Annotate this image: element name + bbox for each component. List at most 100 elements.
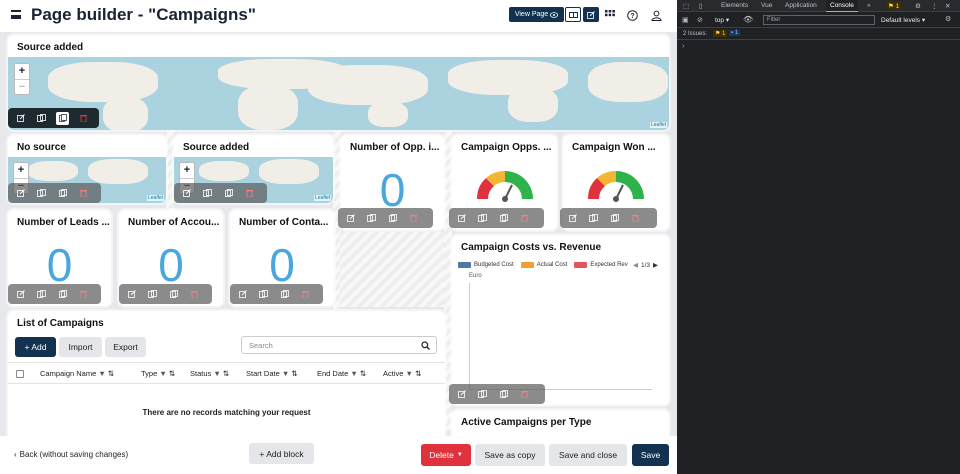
add-button[interactable]: + Add [15,337,56,357]
log-levels-dropdown[interactable]: Default levels ▾ [881,16,925,24]
map-attribution[interactable]: Leaflet [313,195,331,201]
resize-icon[interactable] [587,212,600,225]
resize-icon[interactable] [257,288,270,301]
copy-icon[interactable] [497,388,510,401]
save-and-close-button[interactable]: Save and close [549,444,627,466]
sort-icon[interactable]: ⇅ [169,369,175,378]
resize-icon[interactable] [365,212,378,225]
context-selector[interactable]: top ▾ [715,16,729,24]
trash-icon[interactable] [77,112,90,125]
edit-icon[interactable] [14,112,27,125]
resize-icon[interactable] [35,112,48,125]
world-map[interactable]: + − Leaflet [8,57,669,130]
resize-icon[interactable] [476,212,489,225]
trash-icon[interactable] [299,288,312,301]
search-input[interactable]: Search [241,336,437,354]
sort-icon[interactable]: ⇅ [108,369,114,378]
zoom-in-button[interactable]: + [180,163,194,178]
trash-icon[interactable] [188,288,201,301]
edit-icon[interactable] [14,288,27,301]
edit-icon[interactable] [125,288,138,301]
issues-warning-badge[interactable]: ⚑ 1 [713,30,728,37]
trash-icon[interactable] [629,212,642,225]
export-button[interactable]: Export [105,337,146,357]
filter-icon[interactable]: ▼ [282,369,289,378]
map-attribution[interactable]: Leaflet [649,122,667,128]
edit-icon[interactable] [455,212,468,225]
column-header-end-date[interactable]: End Date ▼ ⇅ [317,369,366,378]
filter-icon[interactable]: ▼ [98,369,105,378]
column-header-status[interactable]: Status ▼ ⇅ [190,369,229,378]
select-all-checkbox[interactable] [16,370,24,378]
column-header-campaign-name[interactable]: Campaign Name ▼ ⇅ [40,369,114,378]
widget-costs-revenue-chart[interactable]: Campaign Costs vs. Revenue Budgeted Cost… [452,235,669,405]
column-header-type[interactable]: Type ▼ ⇅ [141,369,175,378]
edit-icon[interactable] [455,388,468,401]
tab-console[interactable]: Console [826,0,858,12]
filter-icon[interactable]: ▼ [350,369,357,378]
device-toggle-icon[interactable]: ▯ [699,2,703,10]
copy-icon[interactable] [497,212,510,225]
close-icon[interactable]: ✕ [945,2,950,10]
resize-icon[interactable] [201,187,214,200]
edit-icon[interactable] [14,187,27,200]
grid-icon[interactable] [603,8,617,22]
edit-mode-button[interactable] [583,7,599,22]
edit-icon[interactable] [566,212,579,225]
user-icon[interactable] [649,8,663,22]
resize-icon[interactable] [35,288,48,301]
clear-console-icon[interactable]: ⊘ [697,16,703,24]
console-filter-input[interactable]: Filter [763,15,875,25]
sidebar-toggle-icon[interactable]: ▣ [682,16,689,24]
column-header-start-date[interactable]: Start Date ▼ ⇅ [246,369,298,378]
settings-icon[interactable]: ⚙ [915,2,921,10]
trash-icon[interactable] [407,212,420,225]
legend-label[interactable]: Expected Rev [590,262,627,268]
eye-icon[interactable]: 👁 [743,15,753,24]
save-as-copy-button[interactable]: Save as copy [475,444,545,466]
zoom-out-button[interactable]: − [15,79,29,94]
inspect-icon[interactable]: ⬚ [683,2,689,10]
copy-icon[interactable] [56,111,69,125]
back-link[interactable]: ‹ Back (without saving changes) [14,450,128,459]
delete-button[interactable]: Delete ▼ [421,444,471,466]
chevron-right-icon[interactable]: ▶ [653,261,658,269]
trash-icon[interactable] [518,212,531,225]
legend-label[interactable]: Actual Cost [537,262,568,268]
resize-icon[interactable] [146,288,159,301]
resize-icon[interactable] [476,388,489,401]
sort-icon[interactable]: ⇅ [223,369,229,378]
copy-icon[interactable] [56,187,69,200]
trash-icon[interactable] [243,187,256,200]
tab-elements[interactable]: Elements [721,2,748,9]
filter-icon[interactable]: ▼ [213,369,220,378]
layout-toggle-button[interactable] [565,7,581,22]
resize-icon[interactable] [35,187,48,200]
add-block-button[interactable]: + Add block [249,443,314,464]
zoom-in-button[interactable]: + [14,163,28,178]
menu-icon[interactable] [11,10,21,19]
edit-icon[interactable] [180,187,193,200]
copy-icon[interactable] [278,288,291,301]
copy-icon[interactable] [386,212,399,225]
legend-label[interactable]: Budgeted Cost [474,262,514,268]
column-header-active[interactable]: Active ▼ ⇅ [383,369,421,378]
view-page-button[interactable]: View Page [509,7,564,22]
filter-icon[interactable]: ▼ [406,369,413,378]
tab-vue[interactable]: Vue [761,2,772,9]
import-button[interactable]: Import [59,337,102,357]
sort-icon[interactable]: ⇅ [360,369,366,378]
more-tabs-icon[interactable]: » [867,2,871,9]
zoom-in-button[interactable]: + [15,64,29,79]
copy-icon[interactable] [222,187,235,200]
copy-icon[interactable] [167,288,180,301]
console-prompt-icon[interactable]: › [682,43,684,50]
search-icon[interactable] [421,341,430,350]
chevron-left-icon[interactable]: ◀ [633,261,638,269]
more-options-icon[interactable]: ⋮ [931,2,938,10]
edit-icon[interactable] [344,212,357,225]
tab-application[interactable]: Application [785,2,817,9]
widget-source-added-map[interactable]: Source added + − Leaflet [8,35,669,130]
help-icon[interactable]: ? [625,8,639,22]
sort-icon[interactable]: ⇅ [291,369,297,378]
